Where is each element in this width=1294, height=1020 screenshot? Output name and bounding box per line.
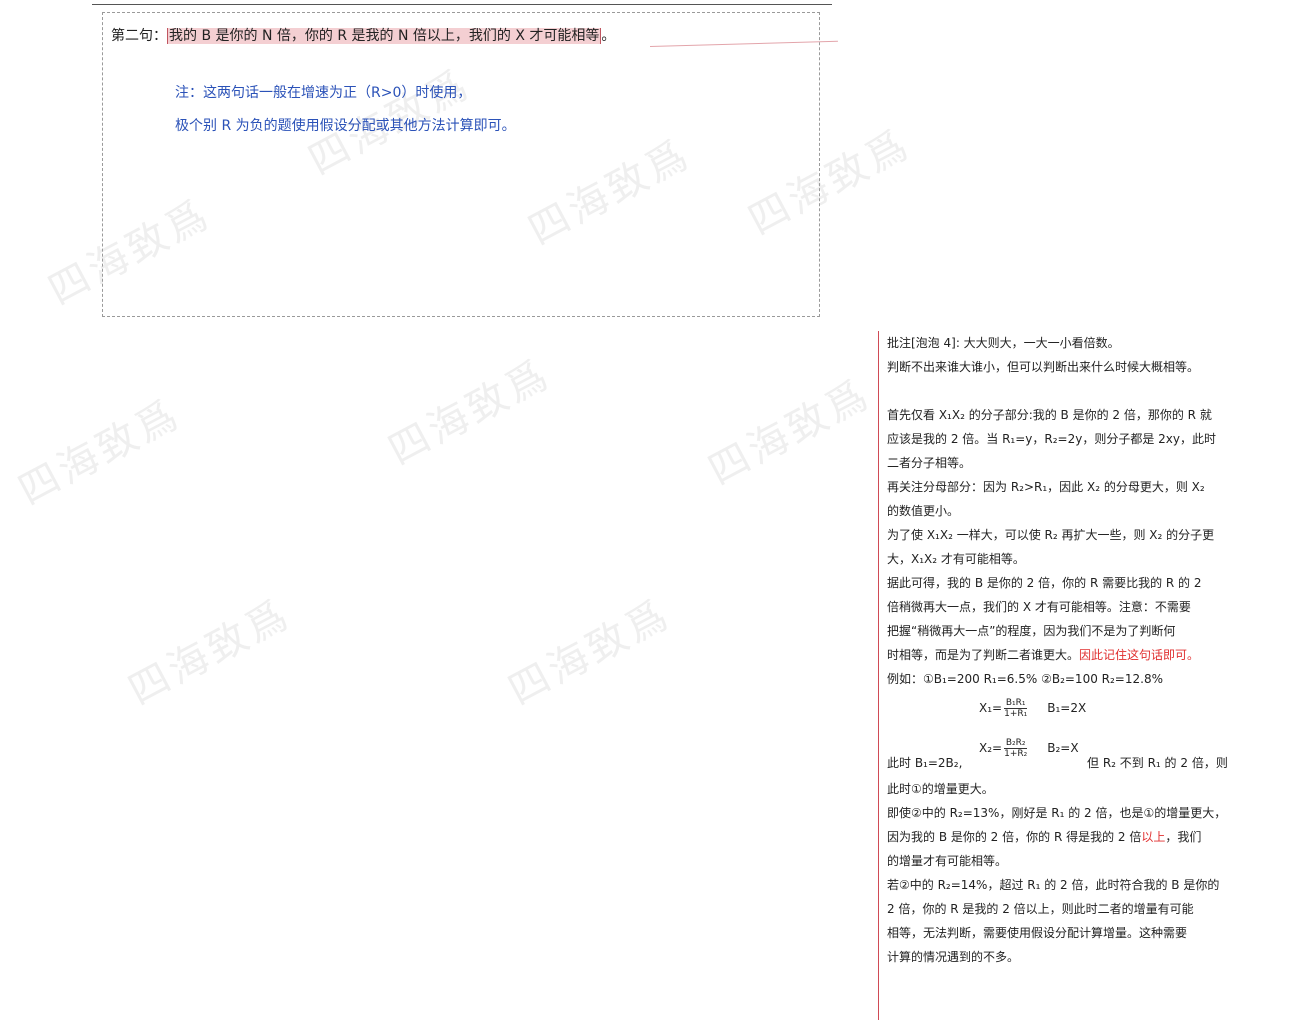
commented-highlight[interactable]: 我的 B 是你的 N 倍，你的 R 是我的 N 倍以上，我们的 X 才可能相等 (167, 28, 602, 44)
comment-line: 此时①的增量更大。 (887, 782, 994, 796)
fraction: B₁R₁ 1+R₁ (1002, 698, 1029, 719)
comment-line: 再关注分母部分：因为 R₂>R₁，因此 X₂ 的分母更大，则 X₂ (887, 480, 1205, 494)
comment-text: 因为我的 B 是你的 2 倍，你的 R 得是我的 2 倍 (887, 830, 1142, 844)
form-left-text: 此时 B₁=2B₂, (887, 756, 963, 770)
comment-balloon[interactable]: 批注[泡泡 4]: 大大则大，一大一小看倍数。判断不出来谁大谁小，但可以判断出来… (878, 331, 1250, 1020)
comment-line: 计算的情况遇到的不多。 (887, 950, 1020, 964)
comment-text: ，我们 (1165, 830, 1202, 844)
page-top-rule (92, 4, 832, 5)
comment-line: 把握“稍微再大一点”的程度，因为我们不是为了判断何 (887, 624, 1176, 638)
comment-red-text: 因此记住这句话即可。 (1079, 648, 1200, 662)
comment-red-text: 以上 (1141, 830, 1166, 844)
comment-line: 相等，无法判断，需要使用假设分配计算增量。这种需要 (887, 926, 1188, 940)
comment-line: 即使②中的 R₂=13%，刚好是 R₁ 的 2 倍，也是①的增量更大， (887, 806, 1227, 820)
example-line: 例如：①B₁=200 R₁=6.5% ②B₂=100 R₂=12.8% (887, 672, 1163, 686)
comment-lines-end: 的增量才有可能相等。若②中的 R₂=14%，超过 R₁ 的 2 倍，此时符合我的… (887, 849, 1250, 969)
fraction-numerator: B₂R₂ (1003, 737, 1028, 749)
comment-line: 首先仅看 X₁X₂ 的分子部分:我的 B 是你的 2 倍，那你的 R 就 (887, 408, 1212, 422)
sentence-suffix: 。 (601, 28, 616, 44)
formula-lhs: X₁= (979, 700, 1003, 715)
comment-line: 的数值更小。 (887, 504, 960, 518)
fraction-numerator: B₁R₁ (1003, 697, 1028, 709)
note-line-2: 极个别 R 为负的题使用假设分配或其他方法计算即可。 (175, 118, 516, 134)
comment-line: 倍稍微再大一点，我们的 X 才有可能相等。注意：不需要 (887, 600, 1191, 614)
comment-line: 为了使 X₁X₂ 一样大，可以使 R₂ 再扩大一些，则 X₂ 的分子更 (887, 528, 1215, 542)
formula-row-1: X₁= B₁R₁ 1+R₁ B₁=2X (887, 691, 1086, 725)
comment-lines: 批注[泡泡 4]: 大大则大，一大一小看倍数。判断不出来谁大谁小，但可以判断出来… (887, 331, 1250, 643)
fraction: B₂R₂ 1+R₂ (1002, 738, 1029, 759)
fraction-denominator: 1+R₁ (1004, 708, 1028, 719)
comment-lines-after: 此时①的增量更大。即使②中的 R₂=13%，刚好是 R₁ 的 2 倍，也是①的增… (887, 777, 1250, 825)
comment-line: 判断不出来谁大谁小，但可以判断出来什么时候大概相等。 (887, 360, 1200, 374)
comment-line: 2 倍，你的 R 是我的 2 倍以上，则此时二者的增量有可能 (887, 902, 1194, 916)
comment-line: 应该是我的 2 倍。当 R₁=y，R₂=2y，则分子都是 2xy，此时 (887, 432, 1216, 446)
comment-line: 若②中的 R₂=14%，超过 R₁ 的 2 倍，此时符合我的 B 是你的 (887, 878, 1220, 892)
comment-text: 时相等，而是为了判断二者谁更大。 (887, 648, 1080, 662)
comment-line: 据此可得，我的 B 是你的 2 倍，你的 R 需要比我的 R 的 2 (887, 576, 1202, 590)
comment-line: 二者分子相等。 (887, 456, 972, 470)
comment-line: 的增量才有可能相等。 (887, 854, 1008, 868)
fraction-denominator: 1+R₂ (1004, 748, 1028, 759)
comment-line: 时相等，而是为了判断二者谁更大。因此记住这句话即可。 (887, 643, 1250, 667)
text-box[interactable]: 第二句： 我的 B 是你的 N 倍，你的 R 是我的 N 倍以上，我们的 X 才可… (102, 12, 820, 317)
sentence-two[interactable]: 第二句： 我的 B 是你的 N 倍，你的 R 是我的 N 倍以上，我们的 X 才可… (111, 25, 615, 47)
form-right-text: 但 R₂ 不到 R₁ 的 2 倍，则 (1087, 756, 1228, 770)
formula-block: X₁= B₁R₁ 1+R₁ B₁=2X X₂= B₂R₂ 1+R₂ B₂=X 此时 B₁… (887, 691, 1250, 777)
comment-line (887, 379, 1250, 403)
formula-lhs: X₂= (979, 740, 1003, 755)
formula-rhs: B₁=2X (1047, 701, 1087, 715)
comment-line: 大，X₁X₂ 才有可能相等。 (887, 552, 1025, 566)
comment-line: 批注[泡泡 4]: 大大则大，一大一小看倍数。 (887, 336, 1120, 350)
comment-line: 因为我的 B 是你的 2 倍，你的 R 得是我的 2 倍以上，我们 (887, 825, 1250, 849)
formula-rhs: B₂=X (1047, 741, 1079, 755)
note-line-1: 注：这两句话一般在增速为正（R>0）时使用， (175, 85, 472, 101)
sentence-prefix: 第二句： (111, 28, 167, 44)
